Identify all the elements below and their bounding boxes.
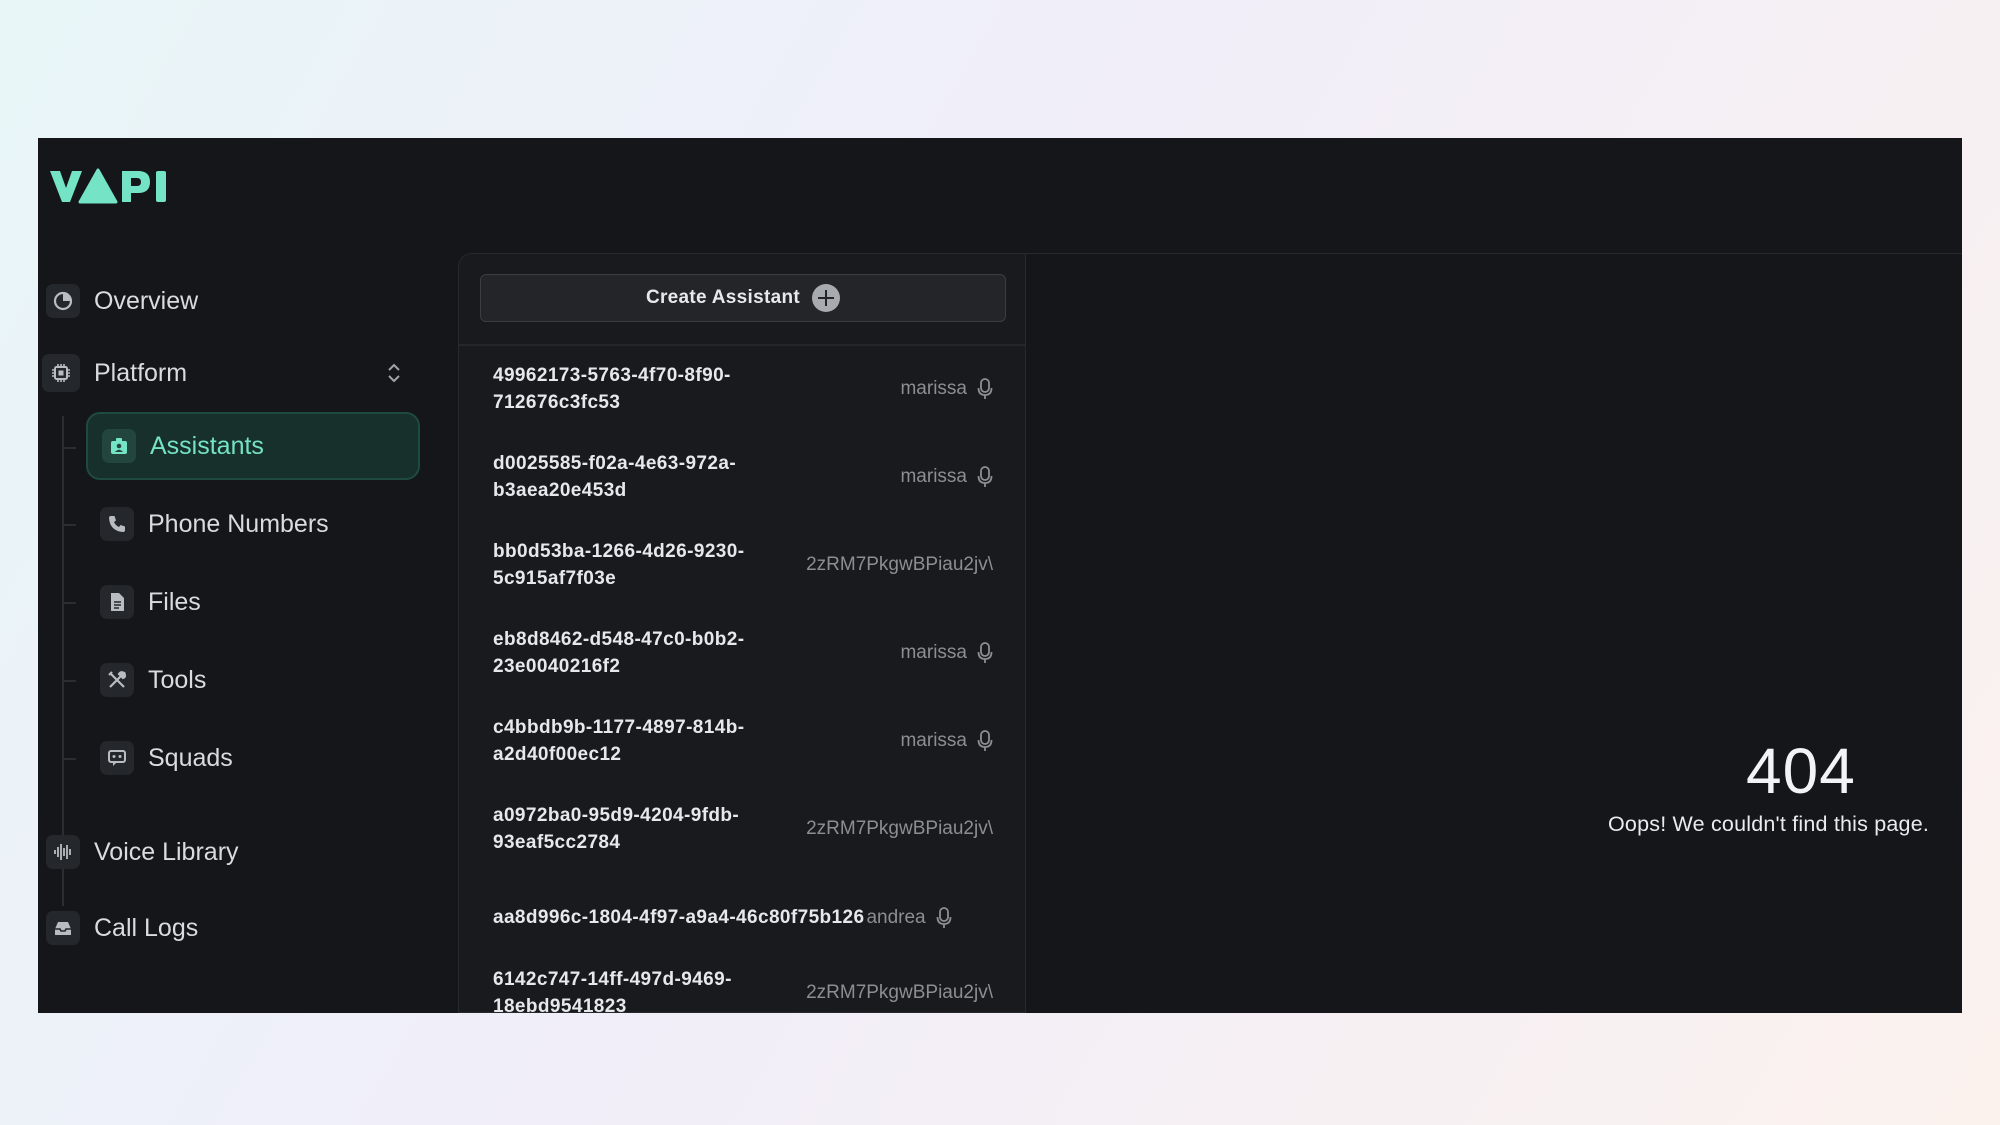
assistant-icon (102, 429, 136, 463)
assistant-row[interactable]: d0025585-f02a-4e63-972a-b3aea20e453d mar… (493, 450, 993, 504)
error-message: Oops! We couldn't find this page. (1608, 812, 1930, 836)
file-icon (100, 585, 134, 619)
sidebar-item-label: Assistants (150, 431, 264, 460)
inbox-icon (46, 911, 80, 945)
create-assistant-button[interactable]: Create Assistant (480, 274, 1006, 322)
sidebar-item-label: Platform (94, 358, 188, 387)
microphone-icon (977, 378, 993, 399)
sidebar-item-platform[interactable]: Platform (42, 354, 402, 392)
assistant-voice: marissa (900, 642, 993, 664)
voice-name: andrea (866, 906, 926, 928)
tree-line (62, 416, 64, 906)
assistant-voice: marissa (900, 378, 993, 400)
assistant-id: 6142c747-14ff-497d-9469-18ebd9541823 (493, 969, 732, 1013)
create-assistant-label: Create Assistant (645, 287, 801, 308)
sidebar-item-label: Tools (148, 665, 207, 694)
sidebar-item-overview[interactable]: Overview (46, 284, 198, 318)
tree-branch (62, 680, 76, 682)
voice-name: 2zRM7PkgwBPiau2jv\ (806, 554, 993, 575)
assistant-id: a0972ba0-95d9-4204-9fdb-93eaf5cc2784 (493, 805, 740, 853)
create-bar: Create Assistant (459, 254, 1025, 346)
app-window: Overview Platform Assistants Phone Numbe… (38, 138, 1962, 1013)
assistant-voice: 2zRM7PkgwBPiau2jv\ (806, 554, 993, 576)
pie-chart-icon (46, 284, 80, 318)
error-code: 404 (1746, 735, 1856, 807)
voice-name: marissa (900, 466, 967, 487)
tree-branch (62, 602, 76, 604)
assistant-voice: marissa (900, 730, 993, 752)
sidebar-item-call-logs[interactable]: Call Logs (46, 911, 198, 945)
voice-name: 2zRM7PkgwBPiau2jv\ (806, 818, 993, 839)
assistant-id: eb8d8462-d548-47c0-b0b2-23e0040216f2 (493, 629, 745, 677)
microphone-icon (977, 642, 993, 663)
voice-name: marissa (900, 378, 967, 399)
sidebar-item-label: Squads (148, 743, 233, 772)
assistants-panel: Create Assistant 49962173-5763-4f70-8f90… (458, 253, 1026, 1013)
assistant-id: 49962173-5763-4f70-8f90-712676c3fc53 (493, 365, 731, 413)
assistant-id: bb0d53ba-1266-4d26-9230-5c915af7f03e (493, 541, 745, 589)
main-content: 404 Oops! We couldn't find this page. (1026, 253, 1962, 1013)
sidebar-item-label: Voice Library (94, 837, 239, 866)
assistant-voice: 2zRM7PkgwBPiau2jv\ (806, 818, 993, 840)
assistant-voice: marissa (900, 466, 993, 488)
sidebar-item-files[interactable]: Files (86, 568, 420, 636)
tree-branch (62, 524, 76, 526)
sidebar-item-voice-library[interactable]: Voice Library (46, 835, 239, 869)
assistant-voice: andrea (866, 906, 952, 929)
sidebar-item-squads[interactable]: Squads (86, 724, 420, 792)
sidebar-item-label: Overview (94, 286, 199, 315)
assistant-row[interactable]: eb8d8462-d548-47c0-b0b2-23e0040216f2 mar… (493, 626, 993, 680)
tools-icon (100, 663, 134, 697)
assistant-row[interactable]: c4bbdb9b-1177-4897-814b-a2d40f00ec12 mar… (493, 714, 993, 768)
sidebar-item-assistants[interactable]: Assistants (86, 412, 420, 480)
voice-name: marissa (900, 730, 967, 751)
assistant-id: aa8d996c-1804-4f97-a9a4-46c80f75b126 (493, 907, 865, 928)
voice-name: 2zRM7PkgwBPiau2jv\ (806, 982, 993, 1003)
assistant-row[interactable]: a0972ba0-95d9-4204-9fdb-93eaf5cc2784 2zR… (493, 802, 993, 856)
assistant-voice: 2zRM7PkgwBPiau2jv\ (806, 982, 993, 1004)
waveform-icon (46, 835, 80, 869)
assistant-row[interactable]: aa8d996c-1804-4f97-a9a4-46c80f75b126 and… (493, 904, 993, 931)
assistant-row[interactable]: bb0d53ba-1266-4d26-9230-5c915af7f03e 2zR… (493, 538, 993, 592)
assistant-id: d0025585-f02a-4e63-972a-b3aea20e453d (493, 453, 737, 501)
microphone-icon (977, 730, 993, 751)
microphone-icon (977, 466, 993, 487)
plus-icon (812, 284, 841, 312)
squads-icon (100, 741, 134, 775)
sidebar-item-label: Files (148, 587, 201, 616)
assistant-row[interactable]: 6142c747-14ff-497d-9469-18ebd9541823 2zR… (493, 966, 993, 1013)
sidebar-item-tools[interactable]: Tools (86, 646, 420, 714)
microphone-icon (936, 906, 952, 928)
assistant-row[interactable]: 49962173-5763-4f70-8f90-712676c3fc53 mar… (493, 362, 993, 416)
chevron-up-down-icon[interactable] (386, 362, 402, 384)
voice-name: marissa (900, 642, 967, 663)
sidebar: Overview Platform Assistants Phone Numbe… (38, 138, 458, 1013)
chip-icon (42, 354, 80, 392)
phone-icon (100, 507, 134, 541)
sidebar-item-label: Call Logs (94, 913, 199, 942)
tree-branch (62, 758, 76, 760)
assistant-id: c4bbdb9b-1177-4897-814b-a2d40f00ec12 (493, 717, 745, 765)
sidebar-item-label: Phone Numbers (148, 509, 329, 538)
tree-branch (62, 447, 76, 449)
sidebar-item-phone-numbers[interactable]: Phone Numbers (86, 490, 420, 558)
